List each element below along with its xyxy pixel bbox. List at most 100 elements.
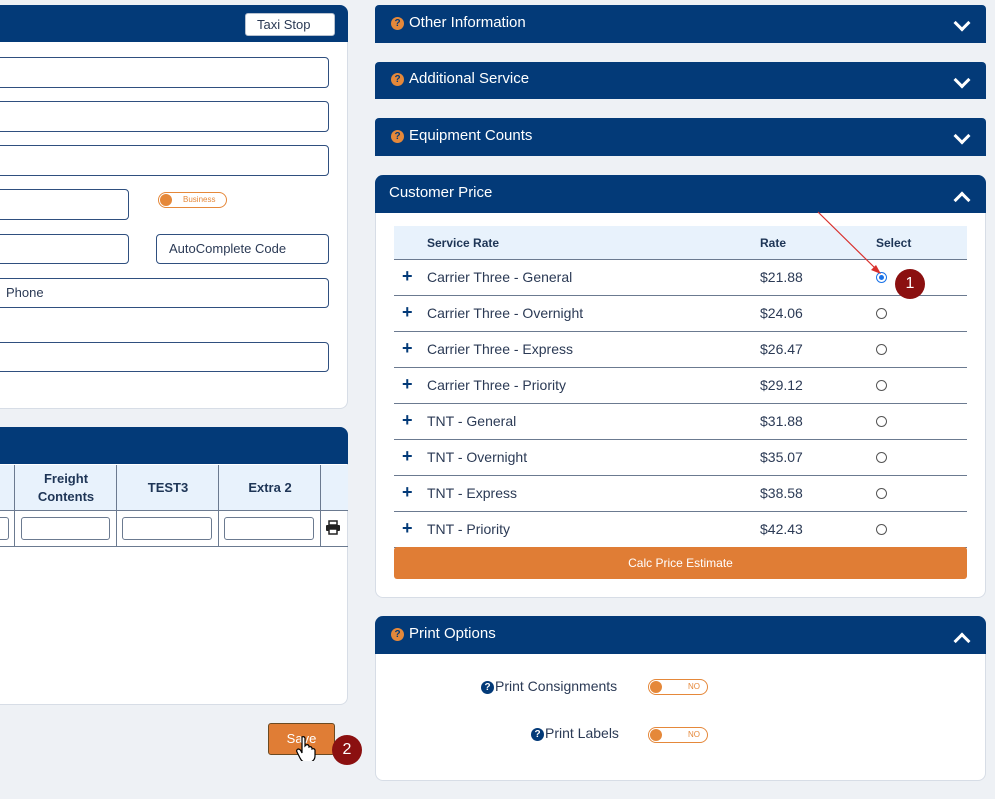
expand-plus-icon[interactable]: + xyxy=(402,482,413,503)
grid-divider xyxy=(116,465,117,547)
address-line-1-input[interactable] xyxy=(0,57,329,88)
print-options-header[interactable]: ? Print Options xyxy=(375,616,986,654)
section-title: Equipment Counts xyxy=(409,127,533,144)
service-name: Carrier Three - Priority xyxy=(427,377,566,393)
additional-service-header[interactable]: ? Additional Service xyxy=(375,62,986,99)
price-row[interactable]: + Carrier Three - Priority $29.12 xyxy=(394,368,967,404)
select-radio[interactable] xyxy=(876,488,887,499)
toggle-knob xyxy=(650,729,662,741)
select-radio[interactable] xyxy=(876,380,887,391)
service-rate: $31.88 xyxy=(760,413,803,429)
service-rate: $29.12 xyxy=(760,377,803,393)
section-title: Other Information xyxy=(409,14,526,31)
select-radio[interactable] xyxy=(876,524,887,535)
email-input[interactable] xyxy=(0,342,329,372)
service-rate: $38.58 xyxy=(760,485,803,501)
service-rate: $42.43 xyxy=(760,521,803,537)
freight-contents-input[interactable] xyxy=(21,517,110,540)
expand-plus-icon[interactable]: + xyxy=(402,374,413,395)
expand-plus-icon[interactable]: + xyxy=(402,410,413,431)
printer-icon[interactable] xyxy=(325,520,341,535)
print-labels-label: ? Print Labels xyxy=(531,725,619,741)
toggle-state: NO xyxy=(688,730,700,739)
service-name: TNT - Express xyxy=(427,485,517,501)
extra-2-input[interactable] xyxy=(224,517,314,540)
equipment-counts-header[interactable]: ? Equipment Counts xyxy=(375,118,986,156)
service-name: TNT - Priority xyxy=(427,521,510,537)
chevron-down-icon xyxy=(953,14,971,32)
price-row[interactable]: + TNT - Express $38.58 xyxy=(394,476,967,512)
help-icon: ? xyxy=(391,628,404,641)
help-icon: ? xyxy=(391,17,404,30)
print-consignments-label: ? Print Consignments xyxy=(481,678,617,694)
grid-divider xyxy=(320,465,321,547)
help-icon: ? xyxy=(391,130,404,143)
service-rate: $26.47 xyxy=(760,341,803,357)
address-line-3-input[interactable] xyxy=(0,145,329,176)
autocomplete-code-input[interactable]: AutoComplete Code xyxy=(156,234,329,264)
price-row[interactable]: + Carrier Three - Overnight $24.06 xyxy=(394,296,967,332)
service-name: TNT - General xyxy=(427,413,517,429)
annotation-arrow xyxy=(817,211,881,274)
autocomplete-placeholder: AutoComplete Code xyxy=(169,241,287,256)
freight-grid-header xyxy=(0,427,348,465)
price-row[interactable]: + TNT - Priority $42.43 xyxy=(394,512,967,548)
expand-plus-icon[interactable]: + xyxy=(402,518,413,539)
help-icon: ? xyxy=(391,73,404,86)
chevron-up-icon xyxy=(953,191,971,209)
section-title: Customer Price xyxy=(389,184,493,201)
column-freight-contents: Freight Contents xyxy=(37,471,95,504)
business-toggle-label: Business xyxy=(183,195,216,204)
expand-plus-icon[interactable]: + xyxy=(402,266,413,287)
label-text: Print Labels xyxy=(545,725,619,741)
select-radio[interactable] xyxy=(876,308,887,319)
grid-divider xyxy=(218,465,219,547)
column-test3: TEST3 xyxy=(147,480,189,495)
hand-cursor-icon xyxy=(296,736,316,761)
chevron-down-icon xyxy=(953,71,971,89)
select-radio[interactable] xyxy=(876,344,887,355)
customer-price-header[interactable]: Customer Price xyxy=(375,175,986,213)
select-radio[interactable] xyxy=(876,416,887,427)
toggle-knob xyxy=(650,681,662,693)
select-radio[interactable] xyxy=(876,452,887,463)
help-icon: ? xyxy=(481,681,494,694)
grid-divider xyxy=(14,465,15,547)
service-rate: $35.07 xyxy=(760,449,803,465)
print-consignments-toggle[interactable]: NO xyxy=(648,679,708,695)
suburb-input[interactable] xyxy=(0,189,129,220)
price-row[interactable]: + TNT - Overnight $35.07 xyxy=(394,440,967,476)
section-title: Additional Service xyxy=(409,70,530,87)
expand-plus-icon[interactable]: + xyxy=(402,338,413,359)
header-service-rate: Service Rate xyxy=(427,236,500,250)
expand-plus-icon[interactable]: + xyxy=(402,302,413,323)
grid-cell-input[interactable] xyxy=(0,517,9,540)
address-line-2-input[interactable] xyxy=(0,101,329,132)
chevron-down-icon xyxy=(953,127,971,145)
service-name: Carrier Three - General xyxy=(427,269,573,285)
service-name: Carrier Three - Express xyxy=(427,341,574,357)
business-toggle[interactable]: Business xyxy=(158,192,227,208)
service-rate: $21.88 xyxy=(760,269,803,285)
print-labels-toggle[interactable]: NO xyxy=(648,727,708,743)
expand-plus-icon[interactable]: + xyxy=(402,446,413,467)
chevron-up-icon xyxy=(953,632,971,650)
toggle-knob xyxy=(160,194,172,206)
column-extra-2: Extra 2 xyxy=(248,480,292,495)
phone-input[interactable]: Phone xyxy=(0,278,329,308)
service-name: Carrier Three - Overnight xyxy=(427,305,584,321)
price-row[interactable]: + TNT - General $31.88 xyxy=(394,404,967,440)
price-row[interactable]: + Carrier Three - Express $26.47 xyxy=(394,332,967,368)
service-rate: $24.06 xyxy=(760,305,803,321)
other-information-header[interactable]: ? Other Information xyxy=(375,5,986,43)
taxi-stop-field[interactable]: Taxi Stop xyxy=(245,13,335,36)
postcode-input[interactable] xyxy=(0,234,129,264)
section-title: Print Options xyxy=(409,625,496,642)
help-icon: ? xyxy=(531,728,544,741)
calc-price-estimate-button[interactable]: Calc Price Estimate xyxy=(394,547,967,579)
annotation-badge-1: 1 xyxy=(895,269,925,299)
phone-placeholder: Phone xyxy=(6,285,44,300)
test3-input[interactable] xyxy=(122,517,212,540)
grid-bottom-line xyxy=(0,546,348,547)
annotation-badge-2: 2 xyxy=(332,735,362,765)
